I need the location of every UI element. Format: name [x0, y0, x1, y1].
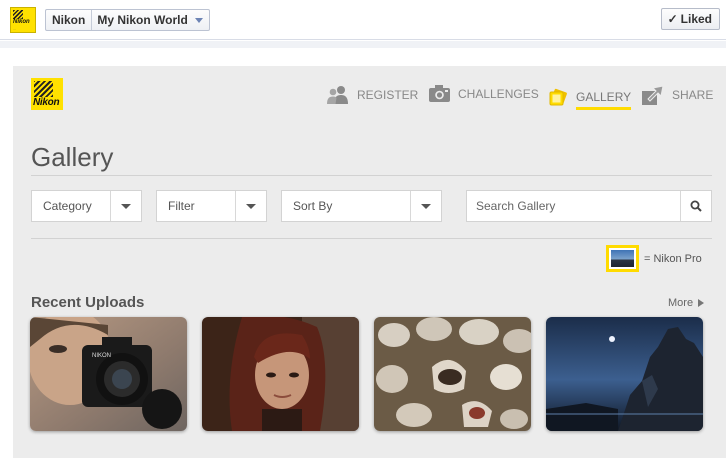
filter-select[interactable]: Filter [156, 190, 267, 222]
camera-icon [429, 85, 450, 102]
search-input[interactable] [467, 191, 680, 221]
page-title: Gallery [31, 142, 114, 172]
chevron-down-icon[interactable] [410, 191, 441, 221]
nikon-page-thumbnail[interactable]: Nikon ··· [10, 7, 36, 33]
pro-badge-image [611, 250, 634, 267]
recent-uploads-title: Recent Uploads [31, 294, 145, 311]
users-icon [327, 86, 348, 104]
nav-share[interactable]: SHARE [642, 85, 713, 105]
nikon-logo-stripes [34, 81, 53, 97]
nav-gallery[interactable]: GALLERY [548, 85, 632, 110]
photo-thumbnail[interactable]: NIKON [30, 317, 187, 431]
chevron-down-icon[interactable] [110, 191, 141, 221]
nikon-logo-tagline: ··· [13, 27, 16, 31]
breadcrumb-page-link[interactable]: Nikon [46, 10, 93, 30]
nikon-logo-text: Nikon [33, 97, 60, 108]
photo-thumbnail[interactable] [202, 317, 359, 431]
filter-select-value: Filter [168, 199, 195, 213]
breadcrumb: Nikon My Nikon World [45, 9, 210, 31]
nav-label: CHALLENGES [458, 86, 539, 101]
chevron-down-icon[interactable] [235, 191, 266, 221]
sort-select[interactable]: Sort By [281, 190, 442, 222]
photo-thumbnail[interactable] [374, 317, 531, 431]
check-icon: ✓ [667, 12, 678, 26]
nav-label: SHARE [672, 88, 714, 102]
category-select[interactable]: Category [31, 190, 142, 222]
nav-label: REGISTER [357, 88, 419, 102]
search-button[interactable] [680, 191, 711, 221]
nikon-pro-legend: = Nikon Pro [644, 253, 702, 265]
category-select-value: Category [43, 199, 92, 213]
liked-label: Liked [680, 12, 712, 26]
man-with-camera-photo: NIKON [30, 317, 187, 431]
arrow-right-icon [698, 299, 705, 307]
liked-button[interactable]: ✓ Liked [660, 8, 720, 30]
more-label: More [668, 297, 694, 309]
woman-portrait-photo [202, 317, 359, 431]
nav-challenges[interactable]: CHALLENGES [429, 85, 539, 102]
nav-register[interactable]: REGISTER [327, 85, 418, 105]
facebook-page-header: Nikon ··· Nikon My Nikon World ✓ Liked [0, 0, 726, 40]
nikon-logo-text: Nikon [13, 19, 30, 25]
search-icon [690, 200, 702, 212]
svg-text:NIKON: NIKON [92, 353, 111, 359]
app-name: My Nikon World [97, 13, 188, 27]
nikon-logo[interactable]: Nikon [31, 78, 63, 110]
chevron-down-icon [194, 17, 203, 23]
gallery-search [466, 190, 712, 222]
filter-divider [31, 238, 712, 239]
app-switcher-dropdown[interactable]: My Nikon World [92, 10, 208, 30]
photo-thumbnail[interactable] [546, 317, 703, 431]
share-icon [642, 85, 664, 105]
turtle-eggs-photo [374, 317, 531, 431]
photos-icon [549, 88, 567, 105]
nav-label: GALLERY [576, 90, 632, 110]
sort-select-value: Sort By [293, 199, 333, 213]
moonlit-rock-photo [546, 317, 703, 431]
title-divider [31, 175, 712, 176]
nikon-pro-badge [606, 245, 639, 272]
nikon-logo-stripes [13, 10, 23, 19]
app-panel: Nikon REGISTER CHALLENGES GALLERY SHARE … [13, 66, 726, 458]
header-divider [0, 41, 726, 48]
more-link[interactable]: More [668, 297, 705, 309]
